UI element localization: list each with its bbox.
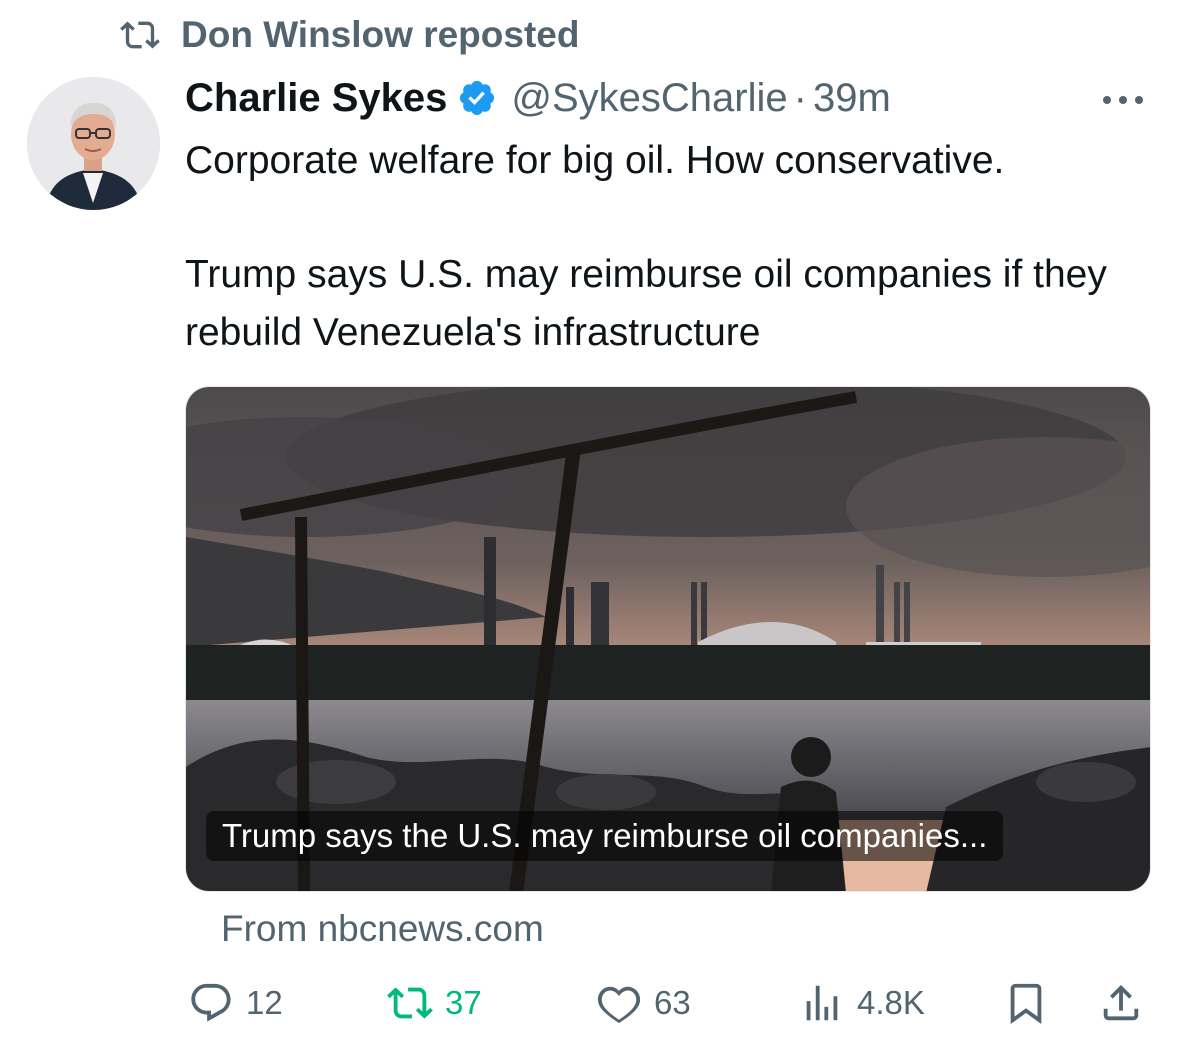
avatar[interactable] [27, 77, 160, 210]
repost-label: Don Winslow reposted [181, 14, 580, 55]
reply-icon [191, 983, 231, 1022]
tweet-timestamp[interactable]: 39m [813, 72, 891, 124]
header-separator: · [793, 76, 807, 120]
tweet-header: Charlie Sykes @SykesCharlie · 39m [185, 72, 891, 124]
avatar-photo [27, 77, 160, 210]
author-name[interactable]: Charlie Sykes [185, 72, 447, 124]
bookmark-icon [1010, 983, 1042, 1024]
tweet-container: Don Winslow reposted Charlie Sykes @Syke… [0, 0, 1179, 1057]
reply-count: 12 [246, 984, 283, 1021]
like-count: 63 [654, 984, 691, 1021]
repost-icon [387, 987, 433, 1019]
share-icon [1103, 984, 1139, 1021]
card-source[interactable]: From nbcnews.com [221, 905, 544, 953]
action-bar: 12 37 63 4.8K [0, 975, 1179, 1035]
tweet-text: Corporate welfare for big oil. How conse… [185, 132, 1160, 362]
reply-button[interactable]: 12 [188, 975, 283, 1031]
share-button[interactable] [1098, 975, 1144, 1031]
verified-badge-icon [460, 80, 495, 116]
views-count: 4.8K [857, 984, 925, 1021]
link-card[interactable]: Trump says the U.S. may reimburse oil co… [185, 386, 1151, 892]
like-button[interactable]: 63 [596, 975, 691, 1031]
repost-button[interactable]: 37 [387, 975, 482, 1031]
author-handle[interactable]: @SykesCharlie [511, 72, 787, 124]
repost-count: 37 [445, 984, 482, 1021]
bookmark-button[interactable] [1003, 975, 1049, 1031]
more-options-icon[interactable] [1098, 90, 1148, 110]
views-icon [806, 985, 838, 1021]
tweet-text-line1: Corporate welfare for big oil. How conse… [185, 139, 1005, 182]
views-button[interactable]: 4.8K [799, 975, 925, 1031]
heart-icon [597, 986, 641, 1024]
repost-indicator[interactable]: Don Winslow reposted [117, 14, 579, 56]
tweet-text-line2: Trump says U.S. may reimburse oil compan… [185, 253, 1107, 354]
repost-icon [120, 21, 160, 49]
card-caption: Trump says the U.S. may reimburse oil co… [206, 811, 1004, 861]
